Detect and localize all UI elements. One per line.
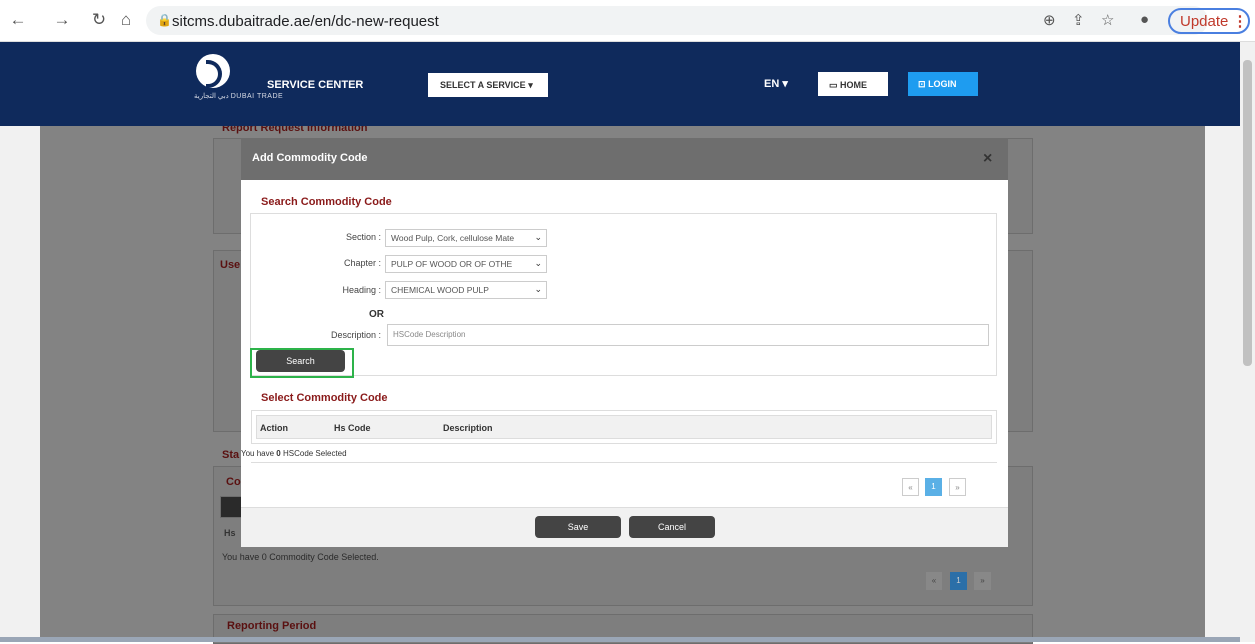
page-1-button[interactable]: 1 [925, 478, 942, 496]
col-action: Action [260, 423, 288, 433]
commodity-selected-text: You have 0 Commodity Code Selected. [222, 552, 379, 562]
status-label: Sta [222, 449, 240, 461]
reporting-period-heading: Reporting Period [227, 620, 317, 632]
modal-footer: Save Cancel [241, 507, 1008, 547]
bg-prev[interactable]: « [926, 572, 942, 590]
language-label: EN [764, 78, 780, 90]
chevron-down-icon: ⌄ [534, 232, 542, 242]
description-label-text: Description [330, 330, 376, 340]
login-label: LOGIN [928, 79, 957, 89]
dubai-trade-logo[interactable] [196, 54, 230, 88]
modal-header: Add Commodity Code × [241, 138, 1008, 180]
chevron-down-icon: ⌄ [534, 258, 542, 268]
back-icon[interactable]: ← [8, 10, 28, 30]
scrollbar-thumb[interactable] [1243, 60, 1252, 366]
section-value: Wood Pulp, Cork, cellulose Mate [391, 233, 515, 243]
profile-icon[interactable]: ● [1140, 11, 1149, 28]
col-description: Description [443, 423, 493, 433]
cancel-button[interactable]: Cancel [629, 516, 715, 538]
section-select[interactable]: Wood Pulp, Cork, cellulose Mate ⌄ [385, 229, 547, 247]
chapter-select[interactable]: PULP OF WOOD OR OF OTHE ⌄ [385, 255, 547, 273]
prev-page-button[interactable]: « [902, 478, 919, 496]
section-label: Section : [345, 232, 381, 242]
lock-icon[interactable]: 🔒 [157, 13, 172, 27]
chapter-label: Chapter : [343, 258, 381, 268]
chapter-label-text: Chapter [343, 258, 376, 268]
use-label: Use [220, 259, 241, 271]
service-center-label[interactable]: SERVICE CENTER [267, 79, 363, 91]
selected-suffix: HSCode Selected [280, 449, 347, 458]
forward-icon[interactable]: → [52, 10, 72, 30]
hscode-table: Action Hs Code Description [251, 410, 997, 444]
reload-icon[interactable]: ↻ [89, 10, 109, 30]
door-icon: ▭ [829, 80, 838, 90]
caret-down-icon: ▾ [528, 80, 533, 90]
zoom-icon[interactable]: ⊕ [1043, 11, 1056, 29]
chapter-value: PULP OF WOOD OR OF OTHE [391, 259, 513, 269]
home-button[interactable]: ▭ HOME [818, 72, 888, 96]
logo-text: دبي التجارية DUBAI TRADE [194, 93, 284, 100]
heading-label: Heading : [342, 285, 381, 295]
home-icon[interactable]: ⌂ [116, 10, 136, 30]
search-button[interactable]: Search [256, 350, 345, 372]
home-label: HOME [840, 80, 868, 90]
bg-next[interactable]: » [974, 572, 991, 590]
taskbar [0, 637, 1240, 642]
heading-select[interactable]: CHEMICAL WOOD PULP ⌄ [385, 281, 547, 299]
section-label-text: Section [345, 232, 376, 242]
hs-label: Hs [224, 528, 236, 538]
update-button[interactable]: Update ⋮ [1168, 8, 1250, 34]
select-commodity-heading: Select Commodity Code [261, 392, 388, 404]
share-icon[interactable]: ⇪ [1072, 11, 1085, 29]
add-commodity-modal: Add Commodity Code × Search Commodity Co… [241, 138, 1008, 547]
bg-page-1[interactable]: 1 [950, 572, 967, 590]
chevron-down-icon: ⌄ [534, 284, 542, 294]
login-button[interactable]: ⊡ LOGIN [908, 72, 978, 96]
divider [251, 462, 997, 463]
modal-title: Add Commodity Code [252, 152, 368, 164]
col-hscode: Hs Code [334, 423, 371, 433]
update-label: Update [1180, 13, 1229, 30]
site-header: دبي التجارية DUBAI TRADE SERVICE CENTER … [0, 42, 1240, 126]
heading-label-text: Heading [342, 285, 376, 295]
selected-prefix: You have [241, 449, 277, 458]
heading-value: CHEMICAL WOOD PULP [391, 285, 489, 295]
search-panel: Section : Wood Pulp, Cork, cellulose Mat… [250, 213, 997, 376]
select-service-label: SELECT A SERVICE [440, 80, 526, 90]
description-label: Description : [330, 330, 381, 340]
star-icon[interactable]: ☆ [1101, 11, 1114, 29]
search-commodity-heading: Search Commodity Code [261, 196, 392, 208]
or-divider: OR [369, 309, 384, 320]
browser-toolbar: ← → ↻ ⌂ 🔒 sitcms.dubaitrade.ae/en/dc-new… [0, 0, 1255, 42]
co-label: Co [226, 476, 241, 488]
language-selector[interactable]: EN ▾ [764, 77, 788, 90]
description-input[interactable]: HSCode Description [387, 324, 989, 346]
close-icon[interactable]: × [983, 150, 992, 168]
hscode-selected-text: You have 0 HSCode Selected [241, 449, 347, 458]
save-button[interactable]: Save [535, 516, 621, 538]
next-page-button[interactable]: » [949, 478, 966, 496]
url-text[interactable]: sitcms.dubaitrade.ae/en/dc-new-request [172, 13, 439, 30]
caret-down-icon: ▾ [782, 78, 788, 90]
select-service-dropdown[interactable]: SELECT A SERVICE ▾ [428, 73, 548, 97]
lock-icon: ⊡ [918, 79, 926, 89]
